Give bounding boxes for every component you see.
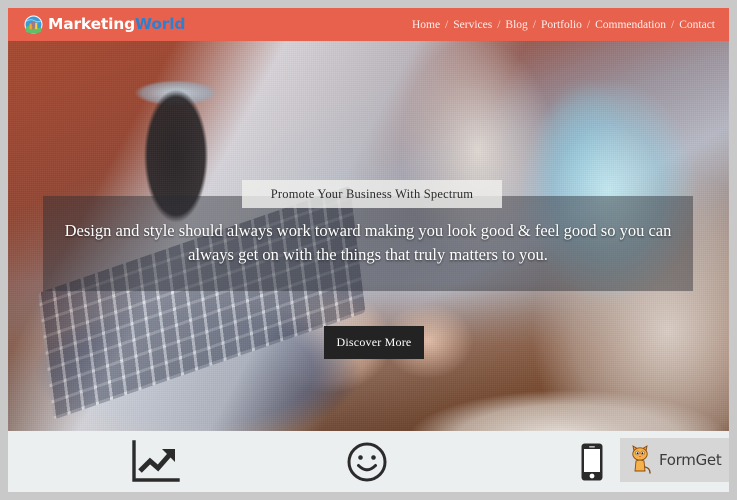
- brand-text-primary: Marketing: [48, 14, 135, 33]
- feature-icon-bar: FormGet: [8, 431, 729, 492]
- feature-item-analytics[interactable]: [8, 431, 288, 492]
- formget-watermark-label: FormGet: [659, 451, 722, 469]
- site-header: MarketingWorld Home / Services / Blog / …: [8, 8, 729, 41]
- formget-cat-mascot-icon: [629, 445, 654, 475]
- globe-chart-logo-icon: [24, 15, 43, 34]
- hero-banner: Promote Your Business With Spectrum Desi…: [8, 41, 729, 431]
- brand-text-secondary: World: [135, 14, 186, 33]
- brand-logo-link[interactable]: MarketingWorld: [24, 15, 185, 34]
- discover-more-button[interactable]: Discover More: [324, 326, 424, 359]
- hero-lead-text: Design and style should always work towa…: [64, 221, 672, 264]
- screenshot-root: MarketingWorld Home / Services / Blog / …: [0, 0, 737, 500]
- nav-item-contact[interactable]: Contact: [675, 19, 719, 31]
- nav-item-blog[interactable]: Blog: [501, 19, 531, 31]
- formget-watermark: FormGet: [620, 438, 729, 482]
- feature-item-satisfaction[interactable]: [288, 431, 446, 492]
- website-viewport: MarketingWorld Home / Services / Blog / …: [8, 8, 729, 492]
- mobile-phone-icon: [580, 442, 604, 482]
- hero-caption-bar: Promote Your Business With Spectrum: [242, 180, 502, 208]
- nav-item-commendation[interactable]: Commendation: [591, 19, 670, 31]
- main-navigation: Home / Services / Blog / Portfolio / Com…: [408, 19, 719, 31]
- nav-item-portfolio[interactable]: Portfolio: [537, 19, 586, 31]
- brand-wordmark: MarketingWorld: [48, 14, 186, 33]
- hero-caption-text: Promote Your Business With Spectrum: [270, 186, 474, 201]
- chart-trending-up-icon: [130, 439, 182, 484]
- smiley-face-icon: [346, 441, 388, 483]
- nav-item-services[interactable]: Services: [449, 19, 496, 31]
- nav-item-home[interactable]: Home: [408, 19, 444, 31]
